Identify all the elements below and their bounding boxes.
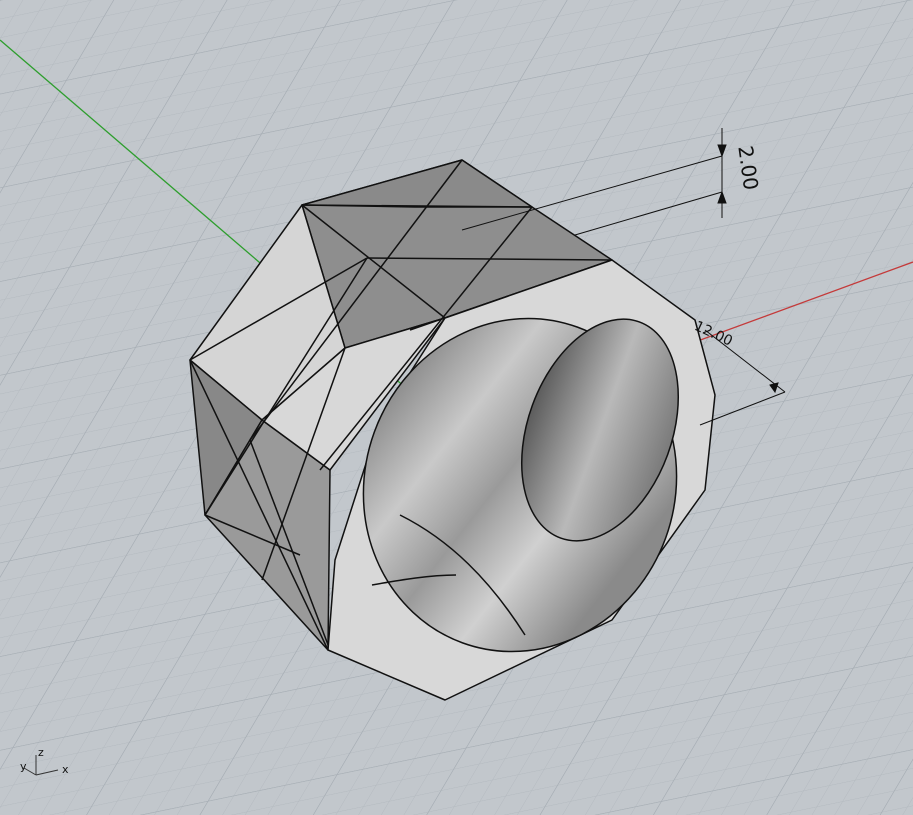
axis-icon-x-label: x (62, 763, 69, 776)
viewport-canvas[interactable]: 2.00 12.00 z y x (0, 0, 913, 815)
axis-icon-z-label: z (38, 746, 44, 759)
axis-icon-y-label: y (20, 760, 27, 773)
perspective-viewport[interactable]: 2.00 12.00 z y x (0, 0, 913, 815)
